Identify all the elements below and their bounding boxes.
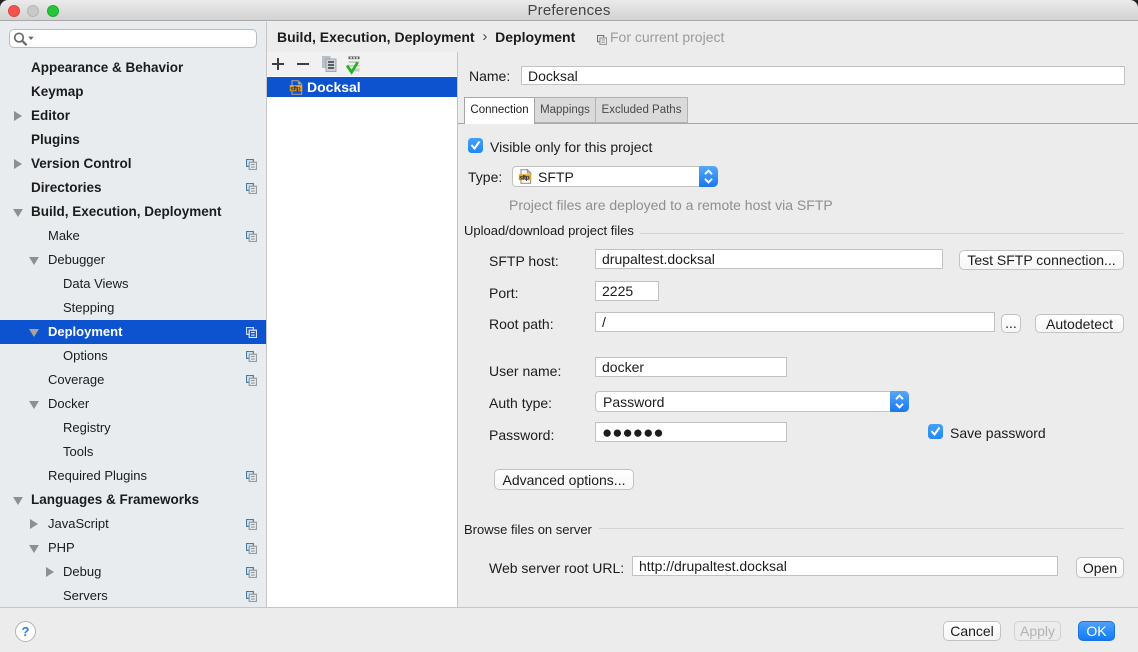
svg-text:sftp: sftp — [290, 86, 301, 93]
svg-text:sftp: sftp — [519, 175, 530, 182]
